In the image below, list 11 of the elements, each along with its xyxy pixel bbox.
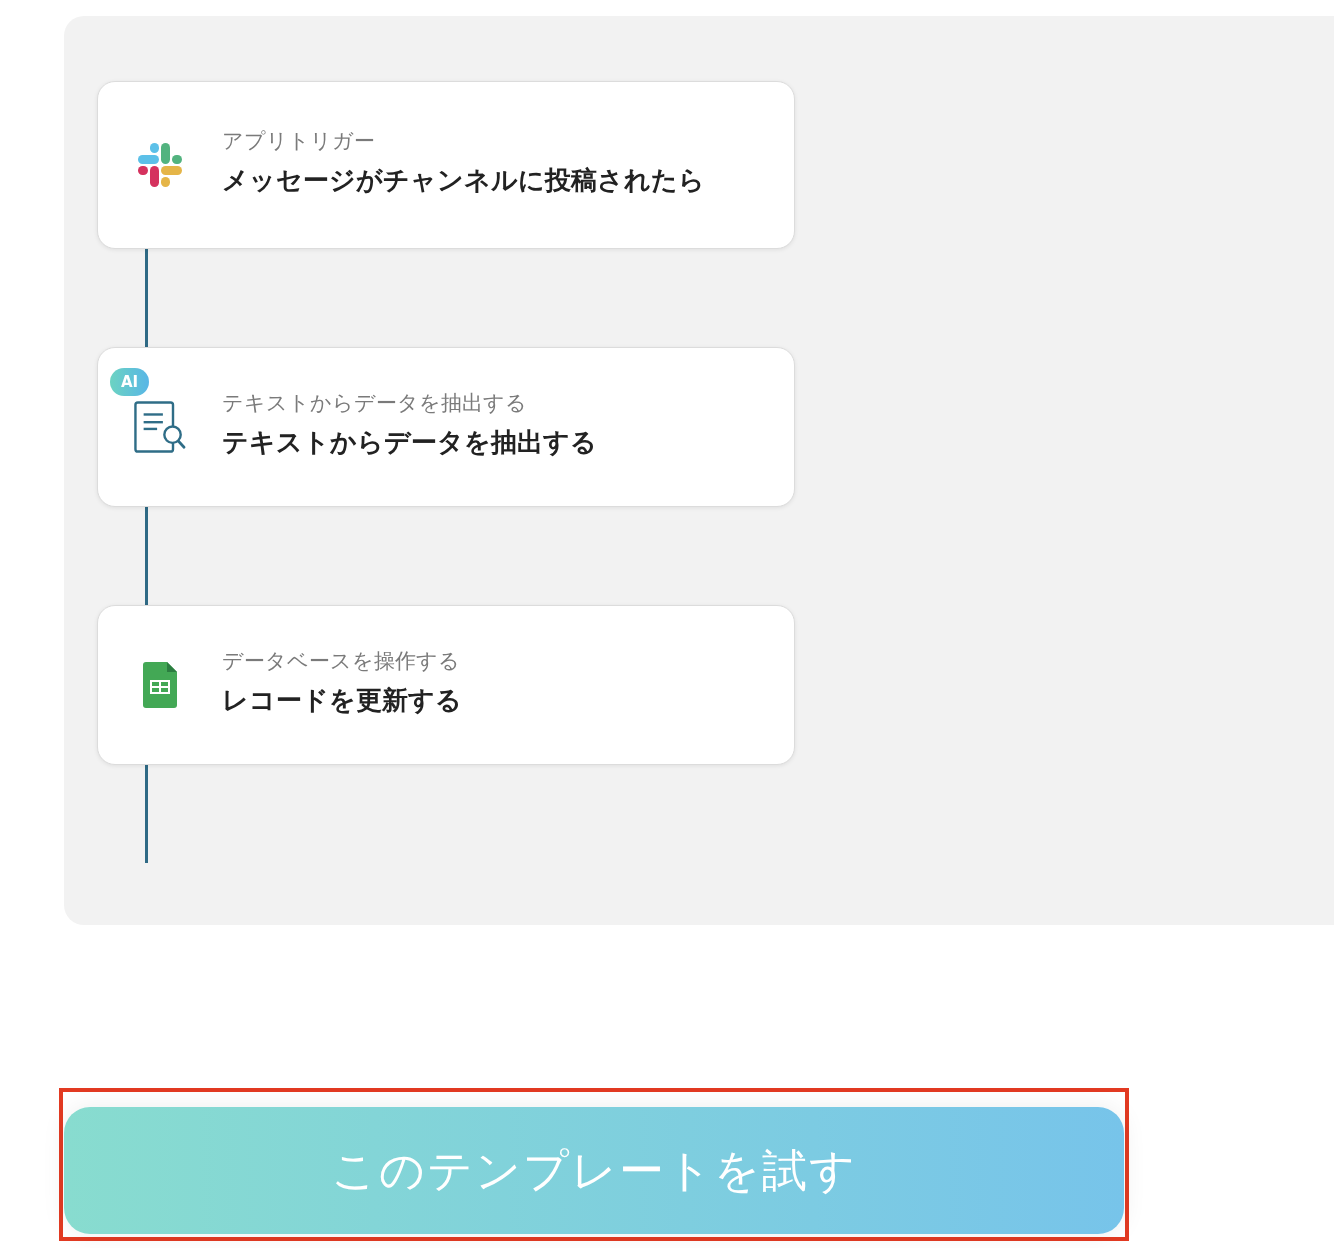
step-title: テキストからデータを抽出する [222,426,597,459]
spreadsheet-icon [143,662,177,708]
document-search-icon [134,400,186,454]
step-label: データベースを操作する [222,648,460,675]
hashtag-logo-icon [138,143,182,187]
ai-badge: AI [110,368,150,396]
step-label: テキストからデータを抽出する [222,390,527,417]
step-title: メッセージがチャンネルに投稿されたら [222,164,705,197]
step-title: レコードを更新する [222,684,462,717]
step-label: アプリトリガー [222,128,375,155]
try-template-button[interactable]: このテンプレートを試す [64,1107,1124,1234]
